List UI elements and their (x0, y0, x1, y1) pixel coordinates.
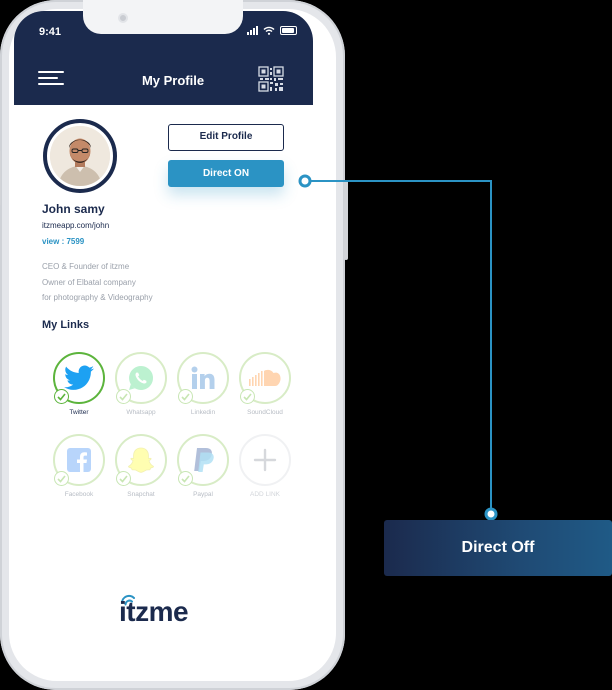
direct-toggle-button[interactable]: Direct ON (168, 160, 284, 187)
bio-line: CEO & Founder of itzme (42, 262, 130, 271)
check-icon (178, 471, 193, 486)
phone-screen (9, 9, 336, 681)
view-count: view : 7599 (42, 237, 85, 246)
link-whatsapp[interactable]: Whatsapp (111, 352, 171, 416)
brand-logo-text: itzme (119, 596, 189, 627)
phone-notch (83, 0, 243, 34)
battery-icon (280, 26, 297, 35)
link-icon-circle[interactable] (177, 352, 229, 404)
page-title: My Profile (141, 73, 205, 88)
plus-icon (253, 448, 277, 472)
link-label: ADD LINK (250, 491, 280, 498)
link-soundcloud[interactable]: SoundCloud (235, 352, 295, 416)
link-label: Whatsapp (126, 409, 156, 416)
status-time: 9:41 (39, 26, 62, 38)
edit-profile-button[interactable]: Edit Profile (168, 124, 284, 151)
profile-bio: CEO & Founder of itzme Owner of Elbatal … (42, 259, 153, 306)
check-icon (116, 471, 131, 486)
link-icon-circle[interactable] (239, 434, 291, 486)
facebook-icon (67, 448, 91, 472)
paypal-icon (194, 448, 214, 472)
link-label: SoundCloud (247, 409, 283, 416)
qr-code-icon[interactable] (258, 66, 284, 92)
link-label: Snapchat (127, 491, 155, 498)
links-heading: My Links (42, 319, 90, 331)
soundcloud-icon (249, 369, 281, 386)
add-link-button[interactable]: ADD LINK (235, 434, 295, 498)
profile-url[interactable]: itzmeapp.com/john (42, 221, 109, 230)
whatsapp-icon (129, 366, 154, 390)
snapchat-icon (128, 447, 154, 473)
link-icon-circle[interactable] (239, 352, 291, 404)
link-icon-circle[interactable] (115, 352, 167, 404)
check-icon (116, 389, 131, 404)
wifi-icon (263, 26, 275, 35)
check-icon (54, 389, 69, 404)
status-icons (247, 26, 297, 35)
link-twitter[interactable]: Twitter (49, 352, 109, 416)
link-facebook[interactable]: Facebook (49, 434, 109, 498)
link-paypal[interactable]: Paypal (173, 434, 233, 498)
brand-logo: itzme (113, 594, 213, 628)
link-label: Paypal (193, 491, 213, 498)
link-label: Linkedin (190, 409, 216, 416)
link-icon-circle[interactable] (177, 434, 229, 486)
linkedin-icon (191, 366, 215, 389)
signal-icon (247, 26, 258, 35)
twitter-icon (64, 365, 94, 390)
direct-off-callout: Direct Off (384, 520, 612, 576)
check-icon (54, 471, 69, 486)
link-icon-circle[interactable] (53, 352, 105, 404)
link-icon-circle[interactable] (115, 434, 167, 486)
link-label: Facebook (64, 491, 94, 498)
profile-name: John samy (42, 202, 105, 216)
avatar (43, 119, 117, 193)
profile-photo (50, 126, 110, 186)
link-label: Twitter (69, 409, 89, 416)
link-icon-circle[interactable] (53, 434, 105, 486)
link-linkedin[interactable]: Linkedin (173, 352, 233, 416)
link-snapchat[interactable]: Snapchat (111, 434, 171, 498)
check-icon (178, 389, 193, 404)
menu-icon[interactable] (38, 71, 64, 89)
check-icon (240, 389, 255, 404)
camera-dot (118, 13, 128, 23)
bio-line: for photography & Videography (42, 293, 153, 302)
bio-line: Owner of Elbatal company (42, 277, 136, 287)
